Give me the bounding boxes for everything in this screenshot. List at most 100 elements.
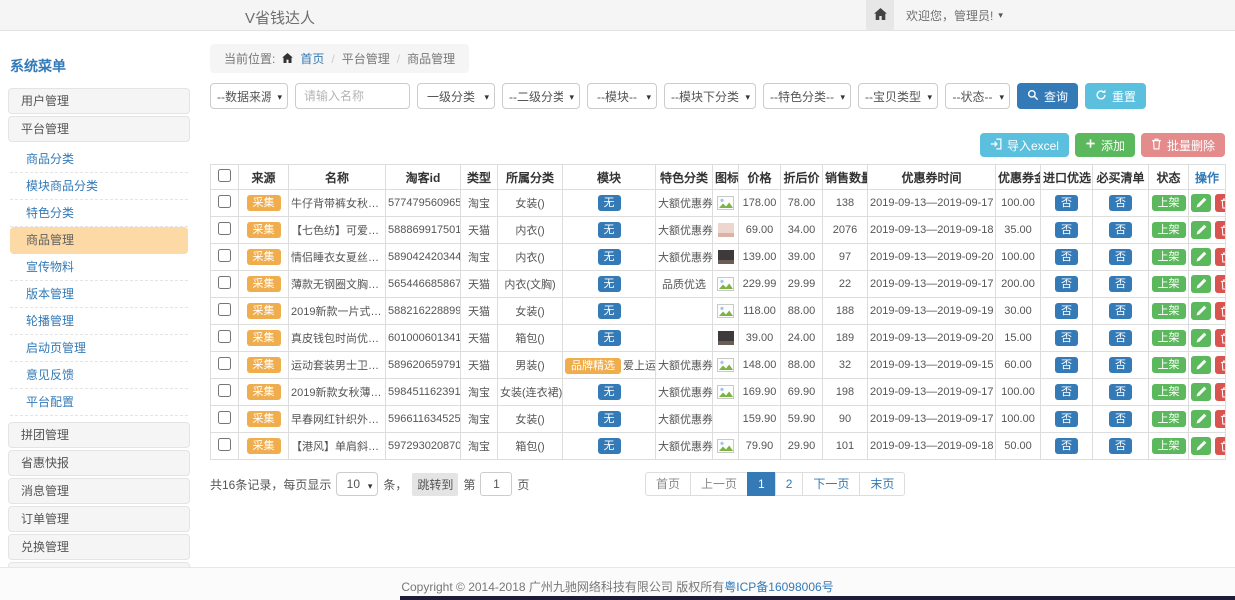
status-badge[interactable]: 上架 xyxy=(1152,438,1186,454)
edit-button[interactable] xyxy=(1191,221,1211,239)
import-choice-toggle[interactable]: 否 xyxy=(1055,249,1078,265)
submenu-item-feedback[interactable]: 意见反馈 xyxy=(10,362,188,389)
row-checkbox[interactable] xyxy=(218,384,231,397)
submenu-item-carousel-management[interactable]: 轮播管理 xyxy=(10,308,188,335)
status-badge[interactable]: 上架 xyxy=(1152,357,1186,373)
import-choice-toggle[interactable]: 否 xyxy=(1055,330,1078,346)
reset-button[interactable]: 重置 xyxy=(1085,83,1146,109)
jump-page-input[interactable] xyxy=(480,472,512,496)
icp-link[interactable]: 粤ICP备16098006号 xyxy=(724,580,833,594)
row-checkbox[interactable] xyxy=(218,222,231,235)
sidebar-item-order-management[interactable]: 订单管理 xyxy=(8,506,190,532)
data-source-select[interactable]: --数据来源--▾ xyxy=(210,83,288,109)
status-select[interactable]: --状态--▾ xyxy=(945,83,1010,109)
import-choice-toggle[interactable]: 否 xyxy=(1055,357,1078,373)
status-badge[interactable]: 上架 xyxy=(1152,411,1186,427)
edit-button[interactable] xyxy=(1191,329,1211,347)
pager-page-2[interactable]: 2 xyxy=(775,472,804,496)
delete-button[interactable] xyxy=(1215,410,1226,428)
delete-button[interactable] xyxy=(1215,248,1226,266)
edit-button[interactable] xyxy=(1191,275,1211,293)
import-choice-toggle[interactable]: 否 xyxy=(1055,222,1078,238)
sidebar-item-group-buy-management[interactable]: 拼团管理 xyxy=(8,422,190,448)
level1-category-select[interactable]: 一级分类▾ xyxy=(417,83,495,109)
edit-button[interactable] xyxy=(1191,410,1211,428)
import-choice-toggle[interactable]: 否 xyxy=(1055,411,1078,427)
select-all-checkbox[interactable] xyxy=(218,169,231,182)
import-choice-toggle[interactable]: 否 xyxy=(1055,438,1078,454)
submenu-item-platform-config[interactable]: 平台配置 xyxy=(10,389,188,416)
submenu-item-version-management[interactable]: 版本管理 xyxy=(10,281,188,308)
must-buy-toggle[interactable]: 否 xyxy=(1109,249,1132,265)
item-type-select[interactable]: --宝贝类型--▾ xyxy=(858,83,938,109)
delete-button[interactable] xyxy=(1215,221,1226,239)
submenu-item-feature-category[interactable]: 特色分类 xyxy=(10,200,188,227)
status-badge[interactable]: 上架 xyxy=(1152,276,1186,292)
must-buy-toggle[interactable]: 否 xyxy=(1109,411,1132,427)
search-button[interactable]: 查询 xyxy=(1017,83,1078,109)
edit-button[interactable] xyxy=(1191,356,1211,374)
row-checkbox[interactable] xyxy=(218,438,231,451)
delete-button[interactable] xyxy=(1215,329,1226,347)
submenu-item-goods-category[interactable]: 商品分类 xyxy=(10,146,188,173)
import-choice-toggle[interactable]: 否 xyxy=(1055,195,1078,211)
import-excel-button[interactable]: 导入excel xyxy=(980,133,1069,157)
row-checkbox[interactable] xyxy=(218,357,231,370)
edit-button[interactable] xyxy=(1191,194,1211,212)
delete-button[interactable] xyxy=(1215,275,1226,293)
delete-button[interactable] xyxy=(1215,437,1226,455)
pager-last[interactable]: 末页 xyxy=(859,472,905,496)
import-choice-toggle[interactable]: 否 xyxy=(1055,384,1078,400)
home-button[interactable] xyxy=(866,0,894,30)
delete-button[interactable] xyxy=(1215,302,1226,320)
delete-button[interactable] xyxy=(1215,383,1226,401)
must-buy-toggle[interactable]: 否 xyxy=(1109,195,1132,211)
row-checkbox[interactable] xyxy=(218,303,231,316)
must-buy-toggle[interactable]: 否 xyxy=(1109,303,1132,319)
module-select[interactable]: --模块--▾ xyxy=(587,83,657,109)
row-checkbox[interactable] xyxy=(218,195,231,208)
add-button[interactable]: 添加 xyxy=(1075,133,1135,157)
submenu-item-splash-page-management[interactable]: 启动页管理 xyxy=(10,335,188,362)
row-checkbox[interactable] xyxy=(218,411,231,424)
row-checkbox[interactable] xyxy=(218,276,231,289)
status-badge[interactable]: 上架 xyxy=(1152,303,1186,319)
status-badge[interactable]: 上架 xyxy=(1152,249,1186,265)
name-filter-input[interactable] xyxy=(295,83,410,109)
row-checkbox[interactable] xyxy=(218,330,231,343)
level2-category-select[interactable]: --二级分类--▾ xyxy=(502,83,580,109)
breadcrumb-home-link[interactable]: 首页 xyxy=(300,50,324,67)
submenu-item-promo-material[interactable]: 宣传物料 xyxy=(10,254,188,281)
batch-delete-button[interactable]: 批量删除 xyxy=(1141,133,1225,157)
sidebar-item-user-management[interactable]: 用户管理 xyxy=(8,88,190,114)
must-buy-toggle[interactable]: 否 xyxy=(1109,330,1132,346)
user-menu[interactable]: 欢迎您，管理员! ▾ xyxy=(906,0,1003,30)
status-badge[interactable]: 上架 xyxy=(1152,330,1186,346)
pager-first[interactable]: 首页 xyxy=(645,472,691,496)
delete-button[interactable] xyxy=(1215,356,1226,374)
import-choice-toggle[interactable]: 否 xyxy=(1055,276,1078,292)
status-badge[interactable]: 上架 xyxy=(1152,222,1186,238)
sidebar-item-platform-management[interactable]: 平台管理 xyxy=(8,116,190,142)
pager-page-1[interactable]: 1 xyxy=(747,472,776,496)
module-sub-category-select[interactable]: --模块下分类--▾ xyxy=(664,83,756,109)
delete-button[interactable] xyxy=(1215,194,1226,212)
page-size-select[interactable]: 10 ▾ xyxy=(336,472,378,496)
must-buy-toggle[interactable]: 否 xyxy=(1109,357,1132,373)
row-checkbox[interactable] xyxy=(218,249,231,262)
edit-button[interactable] xyxy=(1191,302,1211,320)
pager-next[interactable]: 下一页 xyxy=(802,472,860,496)
edit-button[interactable] xyxy=(1191,383,1211,401)
must-buy-toggle[interactable]: 否 xyxy=(1109,384,1132,400)
sidebar-item-message-management[interactable]: 消息管理 xyxy=(8,478,190,504)
status-badge[interactable]: 上架 xyxy=(1152,384,1186,400)
status-badge[interactable]: 上架 xyxy=(1152,195,1186,211)
edit-button[interactable] xyxy=(1191,437,1211,455)
submenu-item-module-goods-category[interactable]: 模块商品分类 xyxy=(10,173,188,200)
submenu-item-goods-management[interactable]: 商品管理 xyxy=(10,227,188,254)
pager-prev[interactable]: 上一页 xyxy=(690,472,748,496)
jump-button[interactable]: 跳转到 xyxy=(412,473,458,496)
sidebar-item-exchange-management[interactable]: 兑换管理 xyxy=(8,534,190,560)
feature-category-select[interactable]: --特色分类--▾ xyxy=(763,83,851,109)
sidebar-item-saving-news[interactable]: 省惠快报 xyxy=(8,450,190,476)
